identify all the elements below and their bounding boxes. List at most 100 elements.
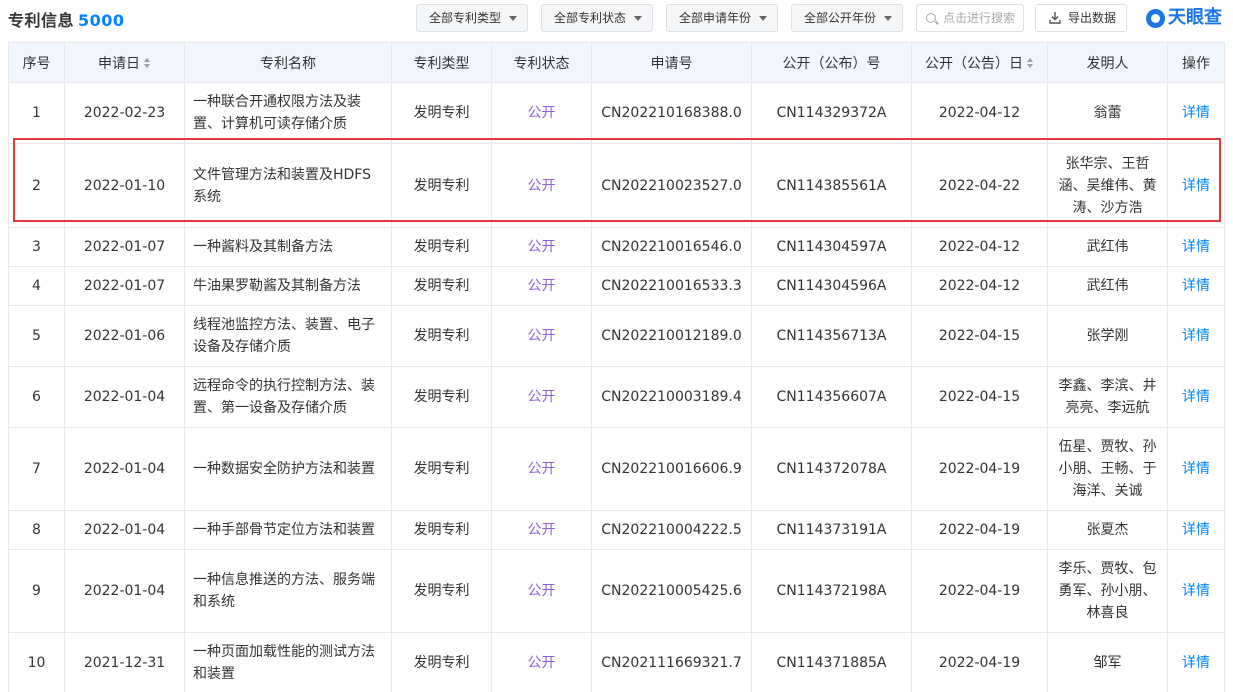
chevron-down-icon xyxy=(634,16,642,21)
page-title-label: 专利信息 xyxy=(8,11,75,30)
cell-patent-name: 文件管理方法和装置及HDFS系统 xyxy=(184,143,392,228)
cell-apply-date: 2022-01-04 xyxy=(64,510,185,550)
apply-year-filter[interactable]: 全部申请年份 xyxy=(666,4,778,32)
table-row: 8 2022-01-04 一种手部骨节定位方法和装置 发明专利 公开 CN202… xyxy=(8,510,1225,550)
cell-index: 2 xyxy=(8,143,65,228)
cell-apply-date: 2022-01-07 xyxy=(64,266,185,306)
patent-status-filter[interactable]: 全部专利状态 xyxy=(541,4,653,32)
cell-action: 详情 xyxy=(1167,143,1225,228)
cell-action: 详情 xyxy=(1167,227,1225,267)
search-icon xyxy=(926,13,936,23)
export-data-button[interactable]: 导出数据 xyxy=(1035,4,1127,32)
detail-link[interactable]: 详情 xyxy=(1182,328,1210,344)
cell-apply-date: 2022-01-10 xyxy=(64,143,185,228)
detail-link[interactable]: 详情 xyxy=(1182,655,1210,671)
cell-patent-status: 公开 xyxy=(491,549,592,633)
cell-inventor: 武红伟 xyxy=(1047,227,1168,267)
cell-apply-no: CN202210005425.6 xyxy=(591,549,752,633)
brand-logo: 天眼查 xyxy=(1146,6,1222,30)
cell-patent-status: 公开 xyxy=(491,632,592,692)
cell-pub-no: CN114372198A xyxy=(751,549,912,633)
cell-patent-name: 牛油果罗勒酱及其制备方法 xyxy=(184,266,392,306)
cell-index: 4 xyxy=(8,266,65,306)
cell-patent-type: 发明专利 xyxy=(391,305,492,367)
detail-link[interactable]: 详情 xyxy=(1182,178,1210,194)
patent-type-filter[interactable]: 全部专利类型 xyxy=(416,4,528,32)
cell-patent-status: 公开 xyxy=(491,82,592,144)
cell-apply-no: CN202210004222.5 xyxy=(591,510,752,550)
cell-index: 8 xyxy=(8,510,65,550)
cell-apply-no: CN202210012189.0 xyxy=(591,305,752,367)
cell-patent-type: 发明专利 xyxy=(391,427,492,511)
cell-action: 详情 xyxy=(1167,632,1225,692)
cell-patent-name: 一种数据安全防护方法和装置 xyxy=(184,427,392,511)
cell-pub-no: CN114304597A xyxy=(751,227,912,267)
cell-pub-no: CN114304596A xyxy=(751,266,912,306)
table-row: 1 2022-02-23 一种联合开通权限方法及装置、计算机可读存储介质 发明专… xyxy=(8,82,1225,144)
cell-pub-date: 2022-04-15 xyxy=(911,366,1048,428)
cell-apply-no: CN202210016606.9 xyxy=(591,427,752,511)
brand-name: 天眼查 xyxy=(1168,7,1222,28)
cell-inventor: 翁蕾 xyxy=(1047,82,1168,144)
cell-patent-type: 发明专利 xyxy=(391,82,492,144)
cell-inventor: 李鑫、李滨、井亮亮、李远航 xyxy=(1047,366,1168,428)
download-icon xyxy=(1049,12,1061,24)
cell-patent-status: 公开 xyxy=(491,510,592,550)
column-header-status: 专利状态 xyxy=(491,42,592,83)
patent-type-filter-label: 全部专利类型 xyxy=(429,11,502,25)
detail-link[interactable]: 详情 xyxy=(1182,461,1210,477)
cell-patent-status: 公开 xyxy=(491,143,592,228)
cell-apply-date: 2022-01-06 xyxy=(64,305,185,367)
detail-link[interactable]: 详情 xyxy=(1182,239,1210,255)
cell-apply-date: 2021-12-31 xyxy=(64,632,185,692)
column-header-index: 序号 xyxy=(8,42,65,83)
chevron-down-icon xyxy=(759,16,767,21)
search-input[interactable]: 点击进行搜索 xyxy=(916,4,1024,32)
toolbar: 专利信息 5000 全部专利类型 全部专利状态 全部申请年份 全部公开年份 点击进… xyxy=(0,0,1233,36)
cell-inventor: 伍星、贾牧、孙小朋、王畅、于海洋、关诚 xyxy=(1047,427,1168,511)
cell-patent-status: 公开 xyxy=(491,227,592,267)
cell-apply-no: CN202210168388.0 xyxy=(591,82,752,144)
cell-pub-no: CN114372078A xyxy=(751,427,912,511)
cell-patent-status: 公开 xyxy=(491,366,592,428)
detail-link[interactable]: 详情 xyxy=(1182,278,1210,294)
cell-apply-date: 2022-01-04 xyxy=(64,366,185,428)
cell-pub-date: 2022-04-19 xyxy=(911,510,1048,550)
sort-icon[interactable] xyxy=(144,57,151,69)
detail-link[interactable]: 详情 xyxy=(1182,522,1210,538)
table-row: 2 2022-01-10 文件管理方法和装置及HDFS系统 发明专利 公开 CN… xyxy=(8,143,1225,228)
cell-pub-no: CN114356607A xyxy=(751,366,912,428)
detail-link[interactable]: 详情 xyxy=(1182,389,1210,405)
cell-patent-name: 一种手部骨节定位方法和装置 xyxy=(184,510,392,550)
cell-patent-type: 发明专利 xyxy=(391,227,492,267)
table-row: 4 2022-01-07 牛油果罗勒酱及其制备方法 发明专利 公开 CN2022… xyxy=(8,266,1225,306)
cell-apply-no: CN202210016533.3 xyxy=(591,266,752,306)
detail-link[interactable]: 详情 xyxy=(1182,105,1210,121)
table-row: 5 2022-01-06 线程池监控方法、装置、电子设备及存储介质 发明专利 公… xyxy=(8,305,1225,367)
detail-link[interactable]: 详情 xyxy=(1182,583,1210,599)
column-header-apply-date[interactable]: 申请日 xyxy=(64,42,185,83)
cell-action: 详情 xyxy=(1167,549,1225,633)
cell-patent-type: 发明专利 xyxy=(391,266,492,306)
cell-patent-type: 发明专利 xyxy=(391,143,492,228)
export-data-label: 导出数据 xyxy=(1068,11,1117,25)
eye-logo-icon xyxy=(1146,9,1165,28)
chevron-down-icon xyxy=(509,16,517,21)
sort-icon[interactable] xyxy=(1027,57,1034,69)
cell-pub-date: 2022-04-12 xyxy=(911,82,1048,144)
cell-index: 7 xyxy=(8,427,65,511)
cell-pub-date: 2022-04-19 xyxy=(911,549,1048,633)
table-header-row: 序号 申请日 专利名称 专利类型 专利状态 申请号 公开（公布）号 公开（公告）… xyxy=(8,42,1225,83)
cell-patent-status: 公开 xyxy=(491,305,592,367)
cell-apply-date: 2022-01-04 xyxy=(64,549,185,633)
cell-pub-no: CN114371885A xyxy=(751,632,912,692)
cell-apply-date: 2022-02-23 xyxy=(64,82,185,144)
publish-year-filter[interactable]: 全部公开年份 xyxy=(791,4,903,32)
cell-pub-date: 2022-04-22 xyxy=(911,143,1048,228)
cell-inventor: 武红伟 xyxy=(1047,266,1168,306)
cell-inventor: 张华宗、王哲涵、吴维伟、黄涛、沙方浩 xyxy=(1047,143,1168,228)
column-header-pub-date[interactable]: 公开（公告）日 xyxy=(911,42,1048,83)
page-title: 专利信息 5000 xyxy=(8,7,125,31)
cell-apply-date: 2022-01-07 xyxy=(64,227,185,267)
table-row: 9 2022-01-04 一种信息推送的方法、服务端和系统 发明专利 公开 CN… xyxy=(8,549,1225,633)
